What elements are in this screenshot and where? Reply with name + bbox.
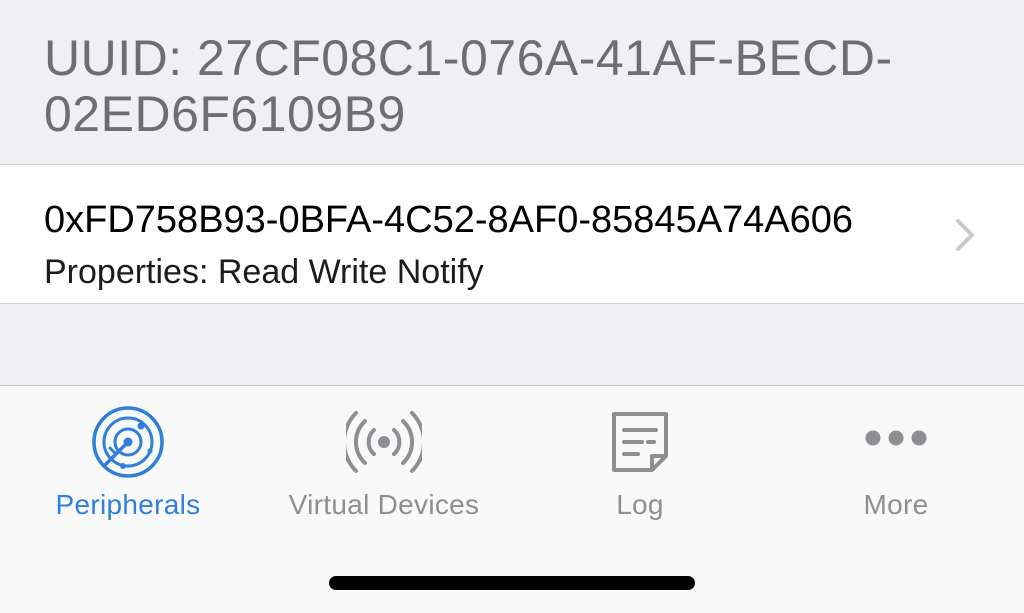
broadcast-icon xyxy=(346,411,422,473)
radar-icon xyxy=(92,406,164,478)
tab-log[interactable]: Log xyxy=(512,404,768,524)
tab-virtual-devices[interactable]: Virtual Devices xyxy=(256,404,512,524)
tab-more[interactable]: More xyxy=(768,404,1024,524)
service-section-header: UUID: 27CF08C1-076A-41AF-BECD-02ED6F6109… xyxy=(0,0,1024,165)
tab-label-log: Log xyxy=(616,489,664,520)
empty-grouped-area xyxy=(0,304,1024,386)
characteristic-properties: Properties: Read Write Notify xyxy=(44,253,484,291)
characteristic-uuid: 0xFD758B93-0BFA-4C52-8AF0-85845A74A606 xyxy=(44,199,854,241)
tab-label-more: More xyxy=(863,489,929,520)
tab-label-peripherals: Peripherals xyxy=(55,489,201,520)
tab-peripherals[interactable]: Peripherals xyxy=(0,404,256,524)
log-note-icon xyxy=(612,412,668,472)
more-dots-icon xyxy=(865,430,927,446)
chevron-right-icon xyxy=(956,219,974,251)
service-uuid-title: UUID: 27CF08C1-076A-41AF-BECD-02ED6F6109… xyxy=(44,30,893,142)
home-indicator[interactable] xyxy=(329,576,695,590)
tab-label-virtual-devices: Virtual Devices xyxy=(288,489,480,520)
characteristic-row[interactable]: 0xFD758B93-0BFA-4C52-8AF0-85845A74A606 P… xyxy=(0,165,1024,304)
